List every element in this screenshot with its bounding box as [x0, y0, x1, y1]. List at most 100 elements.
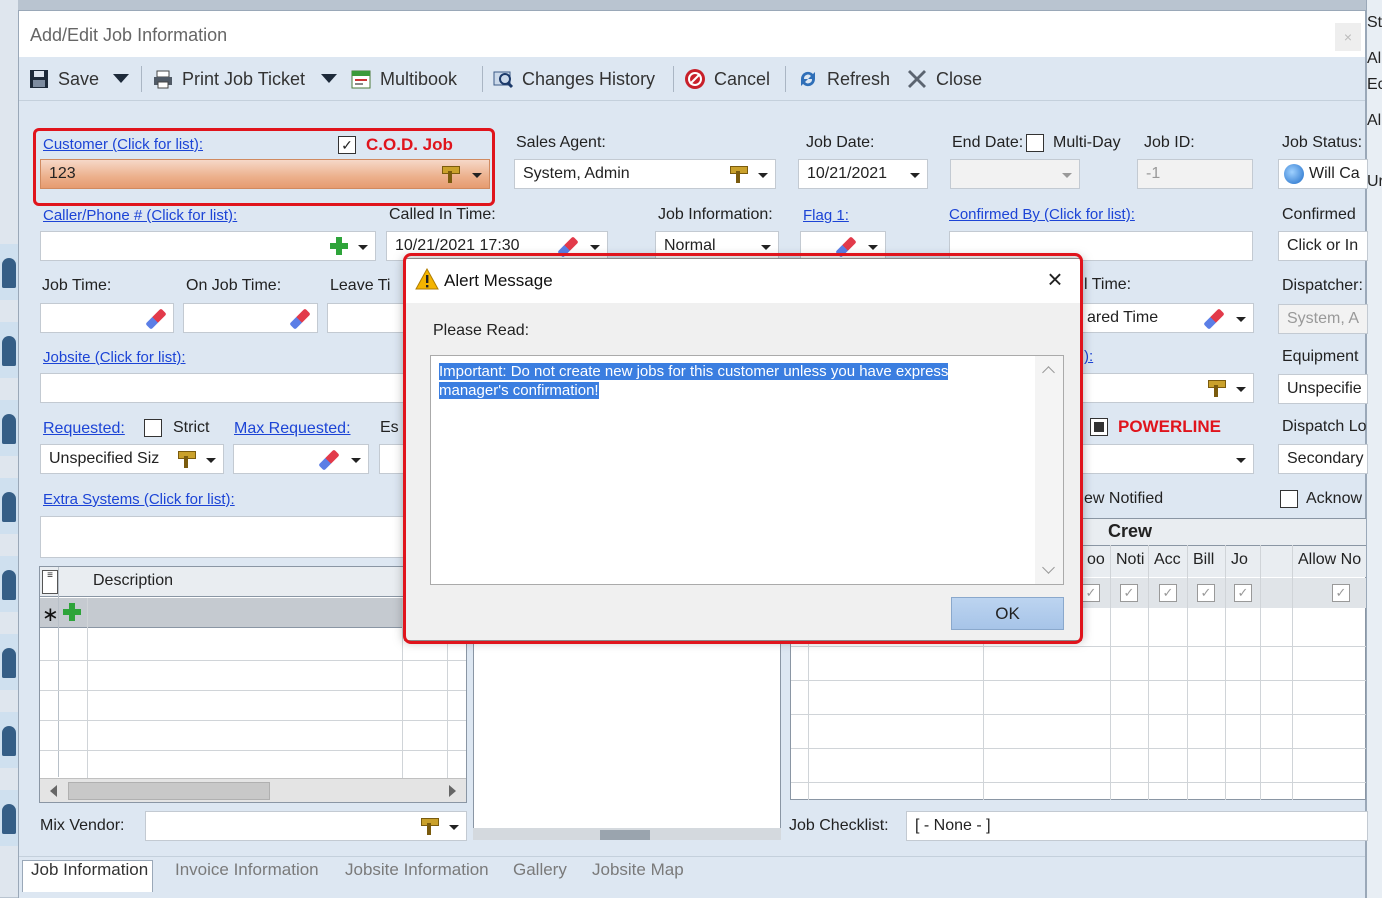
equipment-value: Unspecifie	[1287, 380, 1362, 397]
chevron-down-icon[interactable]	[1233, 374, 1249, 402]
crew-filter-checkbox[interactable]: ✓	[1120, 584, 1138, 602]
chevron-down-icon[interactable]	[203, 445, 219, 473]
scroll-left-icon[interactable]	[50, 785, 57, 797]
jobsite-partial-link[interactable]: ):	[1084, 348, 1093, 365]
grid-line	[1225, 545, 1226, 800]
refresh-button[interactable]: Refresh	[797, 63, 890, 95]
job-date-field[interactable]: 10/21/2021	[798, 159, 928, 189]
eraser-icon[interactable]	[318, 449, 340, 471]
scroll-right-icon[interactable]	[449, 785, 456, 797]
chevron-down-icon[interactable]	[446, 812, 462, 840]
confirmed-field[interactable]: Click or In	[1278, 231, 1368, 261]
dispatch-loc-field[interactable]: Secondary	[1278, 444, 1368, 474]
eraser-icon[interactable]	[289, 308, 311, 330]
hammer-icon[interactable]	[1207, 379, 1226, 397]
right-edge-label: Al	[1367, 50, 1382, 67]
hammer-icon[interactable]	[420, 817, 439, 835]
column-chooser-icon[interactable]: ≡	[42, 570, 58, 594]
job-time-field[interactable]	[40, 303, 174, 333]
caller-link[interactable]: Caller/Phone # (Click for list):	[43, 207, 237, 224]
grid-line	[791, 748, 1366, 749]
crew-filter-checkbox[interactable]: ✓	[1197, 584, 1215, 602]
dispatcher-field[interactable]: System, A	[1278, 304, 1368, 334]
grid-line	[1110, 545, 1111, 800]
tab-jobsite-information[interactable]: Jobsite Information	[345, 860, 489, 880]
grid-line	[40, 660, 466, 661]
acknowledge-checkbox[interactable]	[1280, 490, 1298, 508]
close-window-button[interactable]: ×	[1335, 23, 1361, 51]
leave-time-field[interactable]	[327, 303, 407, 333]
jobsite-field[interactable]	[40, 373, 410, 403]
sales-agent-field[interactable]: System, Admin	[514, 159, 776, 189]
tab-invoice-information[interactable]: Invoice Information	[175, 860, 319, 880]
eraser-icon[interactable]	[145, 308, 167, 330]
requested-link[interactable]: Requested:	[43, 420, 125, 438]
grid-line	[87, 598, 88, 778]
requested-field[interactable]: Unspecified Siz	[40, 444, 224, 474]
mix-vendor-label: Mix Vendor:	[40, 817, 125, 834]
on-job-time-field[interactable]	[183, 303, 318, 333]
tab-gallery[interactable]: Gallery	[513, 860, 567, 880]
jobsite-right-field[interactable]	[1078, 373, 1254, 403]
right-edge-panel: St Al Ec Al Ur	[1366, 0, 1382, 898]
changes-history-label: Changes History	[522, 68, 656, 89]
save-button[interactable]: Save	[28, 63, 99, 95]
splitter-grip[interactable]	[600, 830, 650, 840]
hammer-icon[interactable]	[177, 450, 196, 468]
add-row-icon[interactable]	[62, 602, 82, 622]
max-requested-field[interactable]	[233, 444, 369, 474]
close-button[interactable]: Close	[906, 63, 982, 95]
jobsite-link[interactable]: Jobsite (Click for list):	[43, 349, 186, 366]
multibook-button[interactable]: Multibook	[350, 63, 457, 95]
printer-icon	[154, 70, 172, 89]
avatar	[0, 556, 18, 612]
job-status-field[interactable]: Will Ca	[1278, 159, 1368, 189]
eraser-icon[interactable]	[1203, 308, 1225, 330]
save-icon	[30, 70, 48, 88]
job-info-label: Job Information:	[658, 206, 773, 223]
chevron-down-icon[interactable]	[1233, 304, 1249, 332]
equipment-field[interactable]: Unspecifie	[1278, 374, 1368, 404]
hammer-icon[interactable]	[729, 165, 748, 183]
chevron-down-icon[interactable]	[1233, 445, 1249, 473]
job-id-field[interactable]: -1	[1137, 159, 1253, 189]
confirmed-value: Click or In	[1287, 237, 1359, 254]
confirmed-by-link[interactable]: Confirmed By (Click for list):	[949, 206, 1135, 223]
chevron-down-icon[interactable]	[907, 160, 923, 188]
tab-jobsite-map[interactable]: Jobsite Map	[592, 860, 684, 880]
crew-filter-checkbox[interactable]: ✓	[1332, 584, 1350, 602]
crew-filter-checkbox[interactable]: ✓	[1234, 584, 1252, 602]
strict-checkbox[interactable]	[144, 419, 162, 437]
flag1-link[interactable]: Flag 1:	[803, 207, 849, 224]
powerline-field[interactable]	[1078, 444, 1254, 474]
changes-history-button[interactable]: Changes History	[492, 63, 655, 95]
horizontal-scrollbar[interactable]	[40, 778, 466, 802]
mix-vendor-field[interactable]	[145, 811, 467, 841]
scroll-thumb[interactable]	[68, 782, 270, 800]
job-checklist-field[interactable]: [ - None - ]	[906, 811, 1368, 841]
multi-day-checkbox[interactable]	[1026, 134, 1044, 152]
chevron-down-icon[interactable]	[348, 445, 364, 473]
cancel-button[interactable]: Cancel	[684, 63, 770, 95]
save-dropdown-icon[interactable]	[113, 74, 129, 83]
crew-col-header: Jo	[1231, 551, 1248, 568]
add-icon[interactable]	[329, 236, 349, 256]
print-job-ticket-button[interactable]: Print Job Ticket	[152, 63, 305, 95]
job-checklist-value: [ - None - ]	[915, 817, 991, 834]
sales-agent-label: Sales Agent:	[516, 134, 606, 151]
globe-icon	[1284, 164, 1304, 184]
time-field-right[interactable]: ared Time	[1078, 303, 1254, 333]
end-date-field[interactable]	[950, 159, 1080, 189]
crew-header: Crew	[1108, 521, 1153, 541]
chevron-down-icon[interactable]	[755, 160, 771, 188]
chevron-down-icon[interactable]	[355, 232, 371, 260]
caller-field[interactable]	[40, 231, 376, 261]
extra-systems-link[interactable]: Extra Systems (Click for list):	[43, 491, 235, 508]
max-requested-link[interactable]: Max Requested:	[234, 420, 351, 438]
extra-systems-field[interactable]	[40, 516, 410, 558]
crew-filter-checkbox[interactable]: ✓	[1159, 584, 1177, 602]
powerline-checkbox[interactable]	[1090, 418, 1108, 436]
crew-filter-checkbox[interactable]: ✓	[1082, 584, 1100, 602]
print-dropdown-icon[interactable]	[321, 74, 337, 83]
chevron-down-icon[interactable]	[1059, 160, 1075, 188]
